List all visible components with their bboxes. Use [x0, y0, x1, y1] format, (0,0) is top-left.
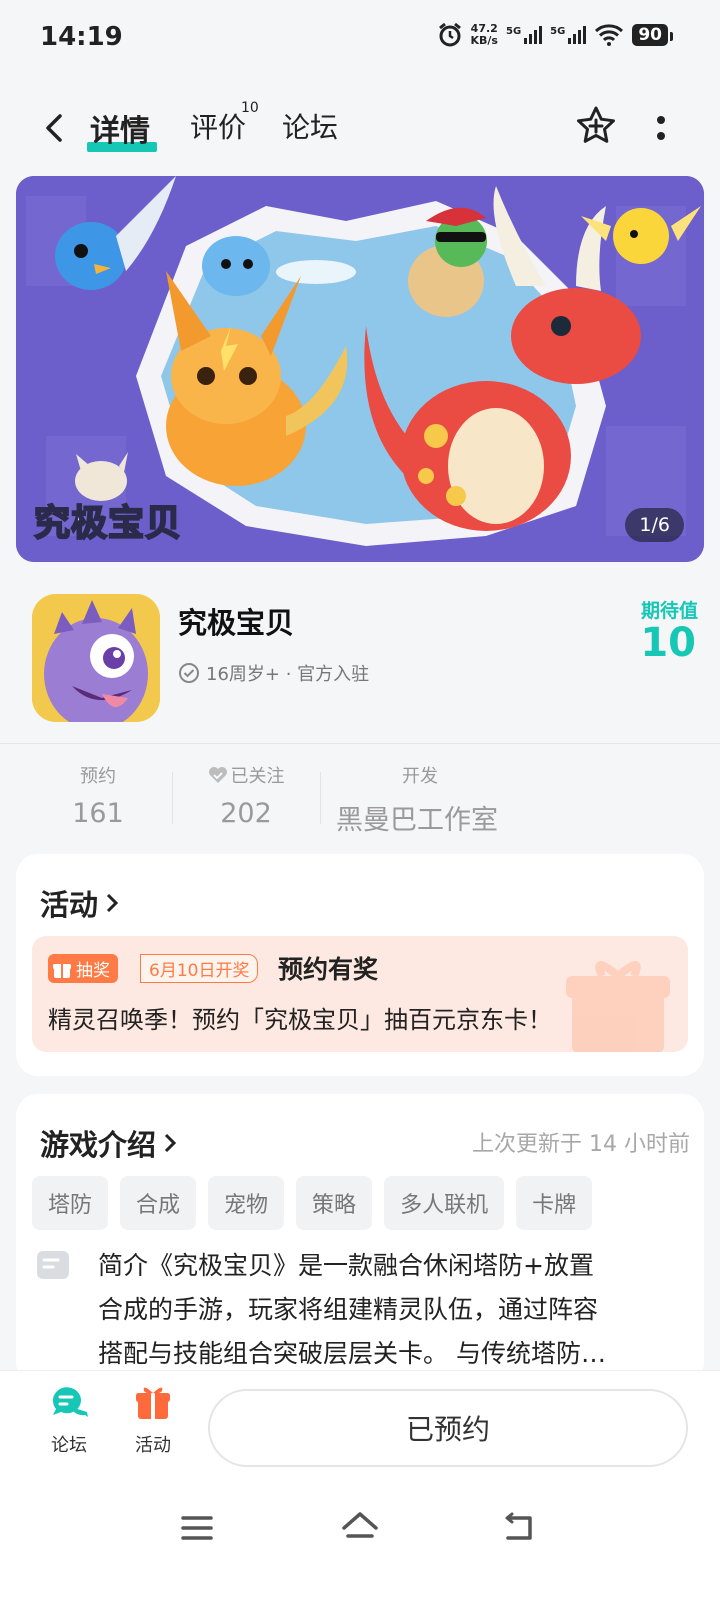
- intro-line: 简介《究极宝贝》是一款融合休闲塔防+放置: [98, 1251, 594, 1280]
- intro-text[interactable]: 简介《究极宝贝》是一款融合休闲塔防+放置 合成的手游，玩家将组建精灵队伍，通过阵…: [98, 1244, 678, 1376]
- banner-carousel[interactable]: 究极宝贝 1/6: [16, 176, 704, 562]
- draw-date-badge: 6月10日开奖: [140, 954, 259, 983]
- promo-description: 精灵召唤季！预约「究极宝贝」抽百元京东卡！: [48, 1006, 552, 1034]
- alarm-icon: [438, 22, 461, 47]
- activity-title: 活动: [40, 888, 99, 922]
- activity-label: 活动: [135, 1435, 171, 1456]
- stat-reserve-label: 预约: [80, 766, 116, 787]
- net-speed: 47.2 KB/s: [470, 22, 498, 47]
- heart-check-icon: [208, 767, 227, 783]
- battery-icon: 90: [632, 24, 673, 46]
- review-count: 10: [241, 100, 259, 116]
- intro-header[interactable]: 游戏介绍: [40, 1122, 178, 1164]
- tab-forum[interactable]: 论坛: [282, 106, 338, 146]
- signal-1-icon: 5G: [506, 26, 543, 44]
- stat-developer-label: 开发: [402, 766, 438, 787]
- last-updated: 上次更新于 14 小时前: [472, 1132, 690, 1157]
- status-bar: 14:19 47.2 KB/s 5G 5G 90: [0, 0, 720, 78]
- verified-check-icon: [179, 663, 199, 683]
- stat-separator: [320, 772, 321, 824]
- stat-developer-value: 黑曼巴工作室: [336, 805, 498, 836]
- tag[interactable]: 塔防: [32, 1176, 109, 1230]
- favorite-star-icon[interactable]: [574, 104, 618, 148]
- stat-follow: 已关注 202: [196, 762, 296, 829]
- home-icon[interactable]: [340, 1510, 380, 1544]
- tab-details[interactable]: 详情: [90, 106, 150, 150]
- tag[interactable]: 宠物: [208, 1176, 285, 1230]
- gift-icon: [136, 1387, 170, 1419]
- clock: 14:19: [40, 22, 123, 52]
- wifi-icon: [595, 24, 624, 46]
- chat-bubble-icon: [52, 1387, 88, 1417]
- gift-icon: [53, 963, 71, 978]
- stat-separator: [172, 772, 173, 824]
- expectation-label: 期待值: [640, 600, 698, 622]
- activity-header[interactable]: 活动: [40, 882, 120, 924]
- banner-logo-text: 究极宝贝: [33, 502, 183, 545]
- reserved-button[interactable]: 已预约: [208, 1389, 688, 1467]
- app-name: 究极宝贝: [178, 606, 295, 640]
- tag[interactable]: 卡牌: [516, 1176, 593, 1230]
- promo-title: 预约有奖: [278, 955, 379, 984]
- stat-follow-value: 202: [220, 798, 272, 829]
- tab-reviews[interactable]: 评价: [190, 106, 246, 146]
- app-meta: 16周岁+ · 官方入驻: [178, 660, 369, 686]
- status-icons: 47.2 KB/s 5G 5G 90: [437, 22, 673, 48]
- expectation-value: 10: [640, 620, 696, 666]
- chevron-right-icon: [106, 893, 119, 913]
- tag[interactable]: 策略: [296, 1176, 373, 1230]
- chevron-right-icon: [164, 1133, 177, 1153]
- back-nav-icon[interactable]: [502, 1512, 536, 1542]
- back-arrow-icon[interactable]: [40, 110, 70, 146]
- description-icon: [37, 1251, 69, 1279]
- lottery-badge: 抽奖: [48, 954, 118, 983]
- bottom-action-bar: 论坛 活动 已预约: [0, 1370, 720, 1490]
- stat-developer[interactable]: 开发 黑曼巴工作室: [336, 762, 506, 837]
- intro-title: 游戏介绍: [40, 1128, 157, 1162]
- system-nav-bar: [0, 1490, 720, 1600]
- signal-2-icon: 5G: [550, 26, 587, 44]
- gift-watermark-icon: [566, 961, 670, 1052]
- divider: [0, 743, 720, 744]
- more-options-icon[interactable]: [656, 112, 666, 144]
- stat-reserve-value: 161: [72, 798, 124, 829]
- tag-list: 塔防 合成 宠物 策略 多人联机 卡牌: [32, 1176, 593, 1230]
- app-icon: [32, 594, 160, 722]
- stat-reserve: 预约 161: [58, 762, 138, 829]
- lottery-promo-banner[interactable]: 抽奖 6月10日开奖 预约有奖 精灵召唤季！预约「究极宝贝」抽百元京东卡！: [32, 936, 688, 1052]
- age-and-official-label: 16周岁+ · 官方入驻: [206, 664, 370, 685]
- slime-character: [202, 236, 270, 296]
- activity-button[interactable]: 活动: [118, 1383, 188, 1457]
- stat-follow-label: 已关注: [230, 766, 285, 787]
- forum-label: 论坛: [51, 1435, 87, 1456]
- tag[interactable]: 合成: [120, 1176, 197, 1230]
- top-nav: 详情 评价 10 论坛: [0, 96, 720, 160]
- tag[interactable]: 多人联机: [384, 1176, 505, 1230]
- menu-icon[interactable]: [180, 1514, 214, 1542]
- intro-line: 合成的手游，玩家将组建精灵队伍，通过阵容: [98, 1295, 599, 1324]
- carousel-pager: 1/6: [625, 508, 684, 542]
- forum-button[interactable]: 论坛: [34, 1383, 104, 1457]
